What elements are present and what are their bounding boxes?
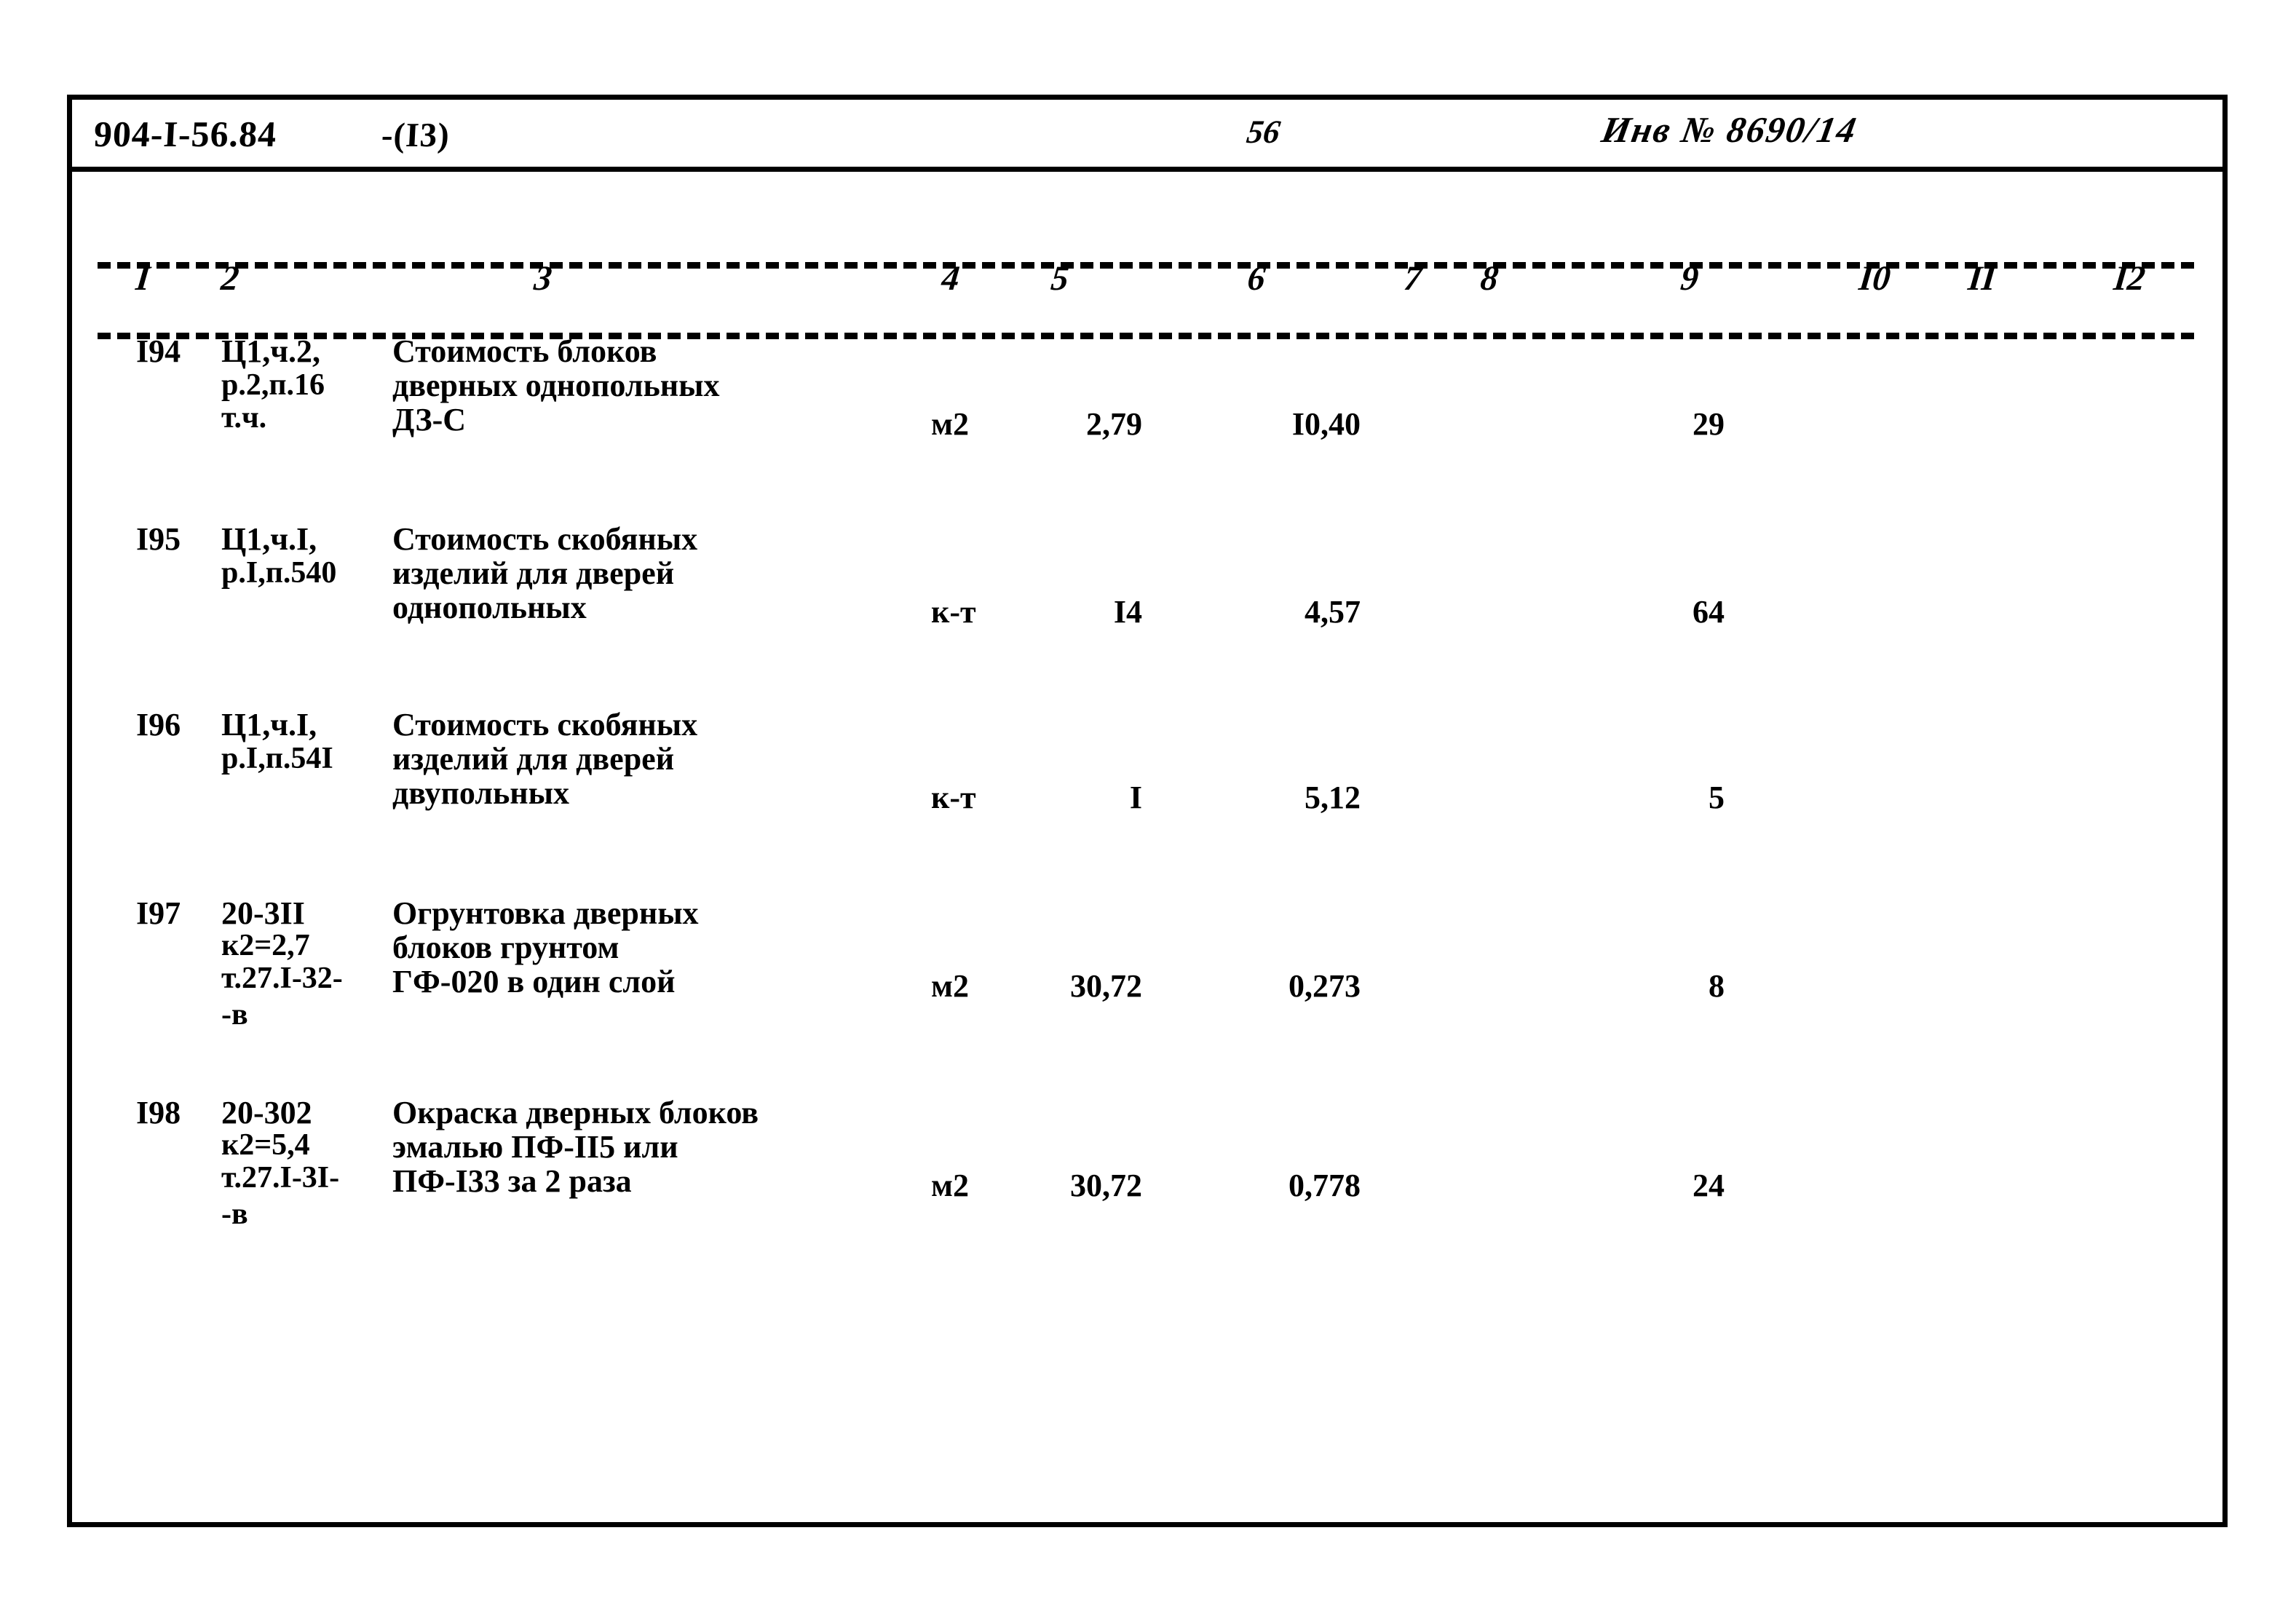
row-total: 8 bbox=[1709, 968, 1725, 1004]
row-total: 64 bbox=[1693, 594, 1725, 630]
row-description-line-1: Стоимость скобяных bbox=[392, 707, 698, 742]
row-code-line-3: т.27.I-32- bbox=[221, 962, 343, 995]
row-code-line-4: -в bbox=[221, 998, 248, 1031]
row-description-line-1: Огрунтовка дверных bbox=[392, 895, 699, 931]
row-quantity: 2,79 bbox=[1086, 406, 1142, 442]
row-code-line-2: р.I,п.540 bbox=[221, 556, 337, 590]
document-code: 904-I-56.84 bbox=[92, 114, 278, 154]
row-description-line-1: Окраска дверных блоков bbox=[392, 1095, 759, 1130]
column-number-5: 5 bbox=[1049, 259, 1071, 298]
row-code-line-1: Ц1,ч.2, bbox=[221, 333, 321, 369]
row-code-line-4: -в bbox=[221, 1197, 248, 1231]
column-number-7: 7 bbox=[1402, 259, 1424, 298]
column-number-10: I0 bbox=[1857, 259, 1893, 298]
row-price: 4,57 bbox=[1305, 594, 1361, 630]
column-number-6: 6 bbox=[1246, 259, 1267, 298]
row-code-line-2: к2=2,7 bbox=[221, 929, 310, 962]
row-unit: м2 bbox=[931, 406, 969, 442]
row-code-line-1: 20-302 bbox=[221, 1095, 312, 1130]
row-code-line-1: 20-3II bbox=[221, 895, 305, 931]
row-quantity: I bbox=[1129, 780, 1142, 815]
row-price: 0,273 bbox=[1288, 968, 1361, 1004]
column-number-8: 8 bbox=[1478, 259, 1500, 298]
column-number-9: 9 bbox=[1679, 259, 1701, 298]
row-total: 24 bbox=[1693, 1168, 1725, 1203]
row-price: 0,778 bbox=[1288, 1168, 1361, 1203]
row-description-line-2: дверных однопольных bbox=[392, 368, 720, 403]
row-description-line-3: ПФ-I33 за 2 раза bbox=[392, 1163, 632, 1199]
row-position: I97 bbox=[136, 895, 181, 931]
row-code-line-3: т.27.I-3I- bbox=[221, 1161, 340, 1195]
row-position: I94 bbox=[136, 333, 181, 369]
inventory-number: Инв № 8690/14 bbox=[1599, 109, 1861, 150]
row-position: I96 bbox=[136, 707, 181, 742]
column-number-2: 2 bbox=[219, 259, 241, 298]
row-description-line-3: двупольных bbox=[392, 775, 569, 811]
column-number-4: 4 bbox=[940, 259, 962, 298]
row-code-line-1: Ц1,ч.I, bbox=[221, 521, 317, 557]
column-number-12: I2 bbox=[2112, 259, 2147, 298]
row-code-line-2: к2=5,4 bbox=[221, 1128, 310, 1162]
sheet-reference: -(I3) bbox=[380, 116, 451, 154]
row-price: I0,40 bbox=[1291, 406, 1361, 442]
row-description-line-2: блоков грунтом bbox=[392, 930, 619, 965]
row-code-line-2: р.I,п.54I bbox=[221, 742, 333, 775]
row-quantity: 30,72 bbox=[1070, 1168, 1142, 1203]
row-description-line-1: Стоимость блоков bbox=[392, 333, 657, 369]
row-unit: к-т bbox=[931, 780, 976, 815]
column-number-3: 3 bbox=[532, 259, 554, 298]
column-number-11: II bbox=[1966, 259, 1998, 298]
header-divider-rule bbox=[72, 167, 2222, 172]
row-description-line-1: Стоимость скобяных bbox=[392, 521, 698, 557]
row-position: I98 bbox=[136, 1095, 181, 1130]
row-description-line-3: ГФ-020 в один слой bbox=[392, 964, 676, 999]
row-unit: м2 bbox=[931, 1168, 969, 1203]
row-description-line-3: однопольных bbox=[392, 590, 587, 625]
row-code-line-1: Ц1,ч.I, bbox=[221, 707, 317, 742]
row-price: 5,12 bbox=[1305, 780, 1361, 815]
page-header: 904-I-56.84 -(I3) 56 Инв № 8690/14 bbox=[72, 100, 2222, 172]
row-code-line-2: р.2,п.16 bbox=[221, 368, 325, 402]
row-total: 5 bbox=[1709, 780, 1725, 815]
row-unit: к-т bbox=[931, 594, 976, 630]
row-unit: м2 bbox=[931, 968, 969, 1004]
row-total: 29 bbox=[1693, 406, 1725, 442]
row-description-line-2: эмалью ПФ-II5 или bbox=[392, 1129, 678, 1165]
row-quantity: 30,72 bbox=[1070, 968, 1142, 1004]
document-frame: 904-I-56.84 -(I3) 56 Инв № 8690/14 I 2 3… bbox=[67, 95, 2228, 1527]
page-number: 56 bbox=[1244, 114, 1283, 150]
row-description-line-3: ДЗ-С bbox=[392, 402, 467, 437]
scanned-page: 904-I-56.84 -(I3) 56 Инв № 8690/14 I 2 3… bbox=[0, 0, 2296, 1624]
row-description-line-2: изделий для дверей bbox=[392, 741, 675, 777]
row-description-line-2: изделий для дверей bbox=[392, 555, 675, 591]
row-quantity: I4 bbox=[1113, 594, 1142, 630]
row-code-line-3: т.ч. bbox=[221, 401, 267, 435]
row-position: I95 bbox=[136, 521, 181, 557]
